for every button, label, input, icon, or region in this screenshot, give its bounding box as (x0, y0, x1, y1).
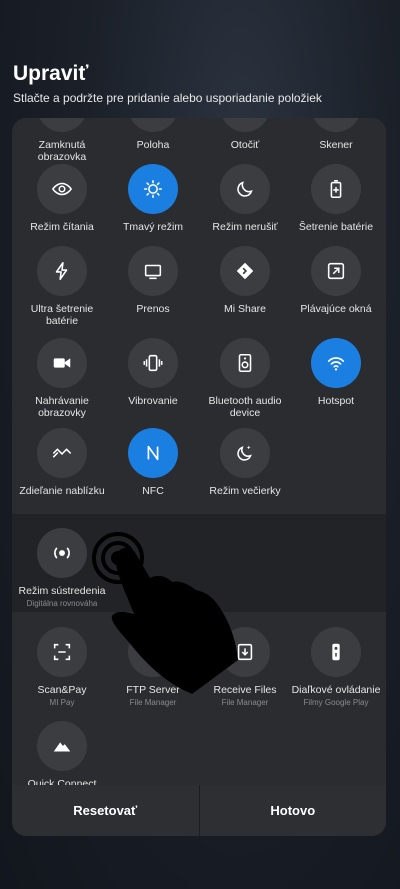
focus-icon (37, 528, 87, 578)
tile-bolt[interactable]: Ultra šetrenie batérie (16, 246, 108, 327)
speaker-icon (220, 338, 270, 388)
tile-speaker[interactable]: Bluetooth audio device (199, 338, 291, 419)
tile-vibrate[interactable]: Vibrovanie (107, 338, 199, 407)
tile-label: Skener (319, 139, 353, 151)
tile-label: Režim sústredenia (18, 585, 106, 597)
rotate-icon (220, 118, 270, 132)
tile-label: NFC (142, 485, 164, 497)
hotspot-icon (311, 338, 361, 388)
tile-scanner[interactable]: Skener (290, 118, 382, 151)
tile-eye[interactable]: Režim čítania (16, 164, 108, 233)
tile-bedtime[interactable]: Režim večierky (199, 428, 291, 497)
tile-focus-mode[interactable]: Režim sústredenia Digitálna rovnováha (16, 528, 108, 608)
scan-pay-icon (37, 627, 87, 677)
tile-label: Bluetooth audio device (208, 395, 282, 419)
tile-label: Vibrovanie (128, 395, 178, 407)
mountain-icon (37, 721, 87, 771)
tile-lock[interactable]: Zamknutá obrazovka (16, 118, 108, 163)
nfc-icon (128, 428, 178, 478)
tile-remote[interactable]: Diaľkové ovládanie Filmy Google Play (290, 627, 382, 707)
tile-label: Ultra šetrenie batérie (30, 303, 94, 327)
tiles-panel: Zamknutá obrazovka Poloha Otočiť Skener Reži… (12, 118, 386, 836)
tile-scan-pay[interactable]: Scan&Pay MI Pay (16, 627, 108, 707)
dark-mode-icon (128, 164, 178, 214)
floating-window-icon (311, 246, 361, 296)
tile-mountain[interactable]: Quick Connect (16, 721, 108, 792)
tile-ftp[interactable]: FTP Server File Manager (107, 627, 199, 707)
tile-label: Scan&Pay (37, 684, 87, 696)
reset-button[interactable]: Resetovať (12, 785, 199, 836)
tile-dark-mode[interactable]: Tmavý režim (107, 164, 199, 233)
tile-nfc[interactable]: NFC (107, 428, 199, 497)
tile-rotate[interactable]: Otočiť (199, 118, 291, 151)
tile-label: Hotspot (317, 395, 355, 407)
tile-hotspot[interactable]: Hotspot (290, 338, 382, 407)
ftp-icon (128, 627, 178, 677)
scanner-icon (311, 118, 361, 132)
tile-sublabel: File Manager (129, 698, 177, 707)
focus-section: Režim sústredenia Digitálna rovnováha (12, 514, 386, 612)
tile-nearby-share[interactable]: Zdieľanie nablízku (16, 428, 108, 497)
eye-icon (37, 164, 87, 214)
tile-label: Prenos (136, 303, 170, 315)
tile-label: Diaľkové ovládanie (291, 684, 381, 696)
tile-label: Režim čítania (30, 221, 94, 233)
battery-icon (311, 164, 361, 214)
done-button[interactable]: Hotovo (200, 785, 387, 836)
tile-label: Nahrávanie obrazovky (35, 395, 89, 419)
tile-label: FTP Server (126, 684, 180, 696)
location-icon (128, 118, 178, 132)
nearby-share-icon (37, 428, 87, 478)
tile-sublabel: Digitálna rovnováha (26, 599, 98, 608)
moon-icon (220, 164, 270, 214)
vibrate-icon (128, 338, 178, 388)
tile-label: Otočiť (230, 139, 260, 151)
bolt-icon (37, 246, 87, 296)
tile-label: Režim nerušiť (212, 221, 278, 233)
tile-moon[interactable]: Režim nerušiť (199, 164, 291, 233)
tile-cast[interactable]: Prenos (107, 246, 199, 315)
tile-label: Šetrenie batérie (298, 221, 374, 233)
tile-label: Poloha (136, 139, 170, 151)
tile-mi-share[interactable]: Mi Share (199, 246, 291, 315)
tile-receive-files[interactable]: Receive Files File Manager (199, 627, 291, 707)
tile-label: Receive Files (213, 684, 277, 696)
tile-label: Plávajúce okná (300, 303, 372, 315)
tile-sublabel: Filmy Google Play (303, 698, 369, 707)
tile-label: Režim večierky (209, 485, 281, 497)
tile-video[interactable]: Nahrávanie obrazovky (16, 338, 108, 419)
video-icon (37, 338, 87, 388)
tile-sublabel: File Manager (221, 698, 269, 707)
tile-label: Zamknutá obrazovka (37, 139, 87, 163)
bedtime-icon (220, 428, 270, 478)
footer-bar: Resetovať Hotovo (12, 785, 386, 836)
cast-icon (128, 246, 178, 296)
extra-section: Scan&Pay MI Pay FTP Server File Manager Rece… (12, 613, 386, 790)
remote-icon (311, 627, 361, 677)
mi-share-icon (220, 246, 270, 296)
receive-files-icon (220, 627, 270, 677)
tile-label: Tmavý režim (122, 221, 184, 233)
page-subtitle: Stlačte a podržte pre pridanie alebo usp… (13, 91, 322, 105)
tile-battery[interactable]: Šetrenie batérie (290, 164, 382, 233)
tile-sublabel: MI Pay (49, 698, 75, 707)
tile-location[interactable]: Poloha (107, 118, 199, 151)
tile-floating-window[interactable]: Plávajúce okná (290, 246, 382, 315)
lock-icon (37, 118, 87, 132)
tile-label: Zdieľanie nablízku (19, 485, 105, 497)
page-title: Upraviť (13, 62, 89, 85)
tile-label: Mi Share (223, 303, 266, 315)
